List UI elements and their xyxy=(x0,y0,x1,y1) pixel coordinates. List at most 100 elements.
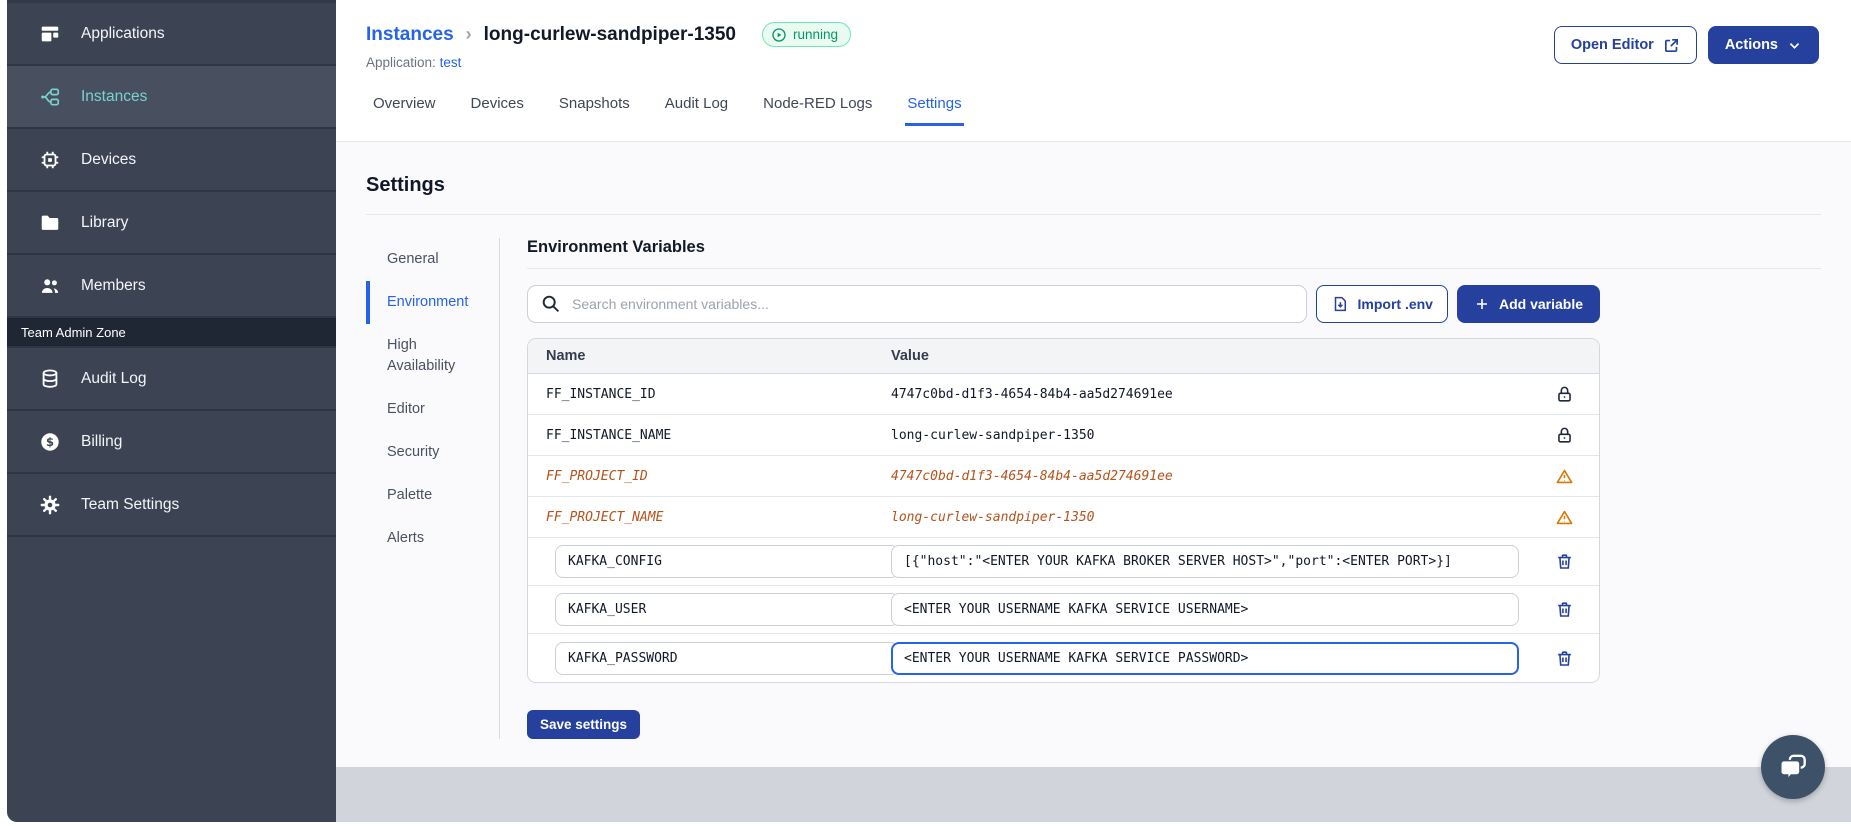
svg-text:$: $ xyxy=(46,435,54,449)
sidebar-item-team-settings[interactable]: Team Settings xyxy=(7,474,336,537)
tab-audit-log[interactable]: Audit Log xyxy=(663,87,730,126)
table-row: FF_INSTANCE_ID 4747c0bd-d1f3-4654-84b4-a… xyxy=(528,374,1599,415)
panel-divider xyxy=(527,268,1821,269)
lock-icon xyxy=(1557,427,1571,443)
warning-icon xyxy=(1556,469,1572,483)
import-env-button[interactable]: Import .env xyxy=(1315,285,1448,323)
env-var-name: FF_PROJECT_ID xyxy=(546,468,648,484)
sidebar-item-members[interactable]: Members xyxy=(7,255,336,318)
warning-icon xyxy=(1556,510,1572,524)
add-variable-button[interactable]: Add variable xyxy=(1456,285,1600,323)
search-icon xyxy=(542,295,560,313)
subnav-item-security[interactable]: Security xyxy=(366,431,483,474)
instance-tabs: Overview Devices Snapshots Audit Log Nod… xyxy=(366,87,1819,126)
subnav-item-palette[interactable]: Palette xyxy=(366,474,483,517)
env-toolbar: Import .env Add variable xyxy=(527,285,1600,323)
table-header-row: Name Value xyxy=(528,339,1599,374)
applications-icon xyxy=(38,22,62,46)
app-window: Applications Instances Devices Library M… xyxy=(0,0,1851,826)
actions-button[interactable]: Actions xyxy=(1707,26,1819,64)
env-var-name: FF_PROJECT_NAME xyxy=(546,509,664,525)
env-var-name-input[interactable] xyxy=(555,593,899,626)
folder-icon xyxy=(38,211,62,235)
users-icon xyxy=(38,274,62,298)
trash-icon[interactable] xyxy=(1555,552,1574,571)
chevron-down-icon xyxy=(1789,42,1800,49)
subnav-item-environment[interactable]: Environment xyxy=(366,281,483,324)
sidebar-item-audit-log[interactable]: Audit Log xyxy=(7,348,336,411)
table-row: FF_PROJECT_NAME long-curlew-sandpiper-13… xyxy=(528,497,1599,538)
status-badge-label: running xyxy=(793,27,839,42)
subnav-item-high-availability[interactable]: High Availability xyxy=(366,324,483,388)
open-editor-label: Open Editor xyxy=(1570,37,1654,53)
trash-icon[interactable] xyxy=(1555,600,1574,619)
subnav-item-alerts[interactable]: Alerts xyxy=(366,517,483,560)
chat-widget-button[interactable] xyxy=(1761,735,1825,799)
breadcrumb-instances-link[interactable]: Instances xyxy=(366,24,454,46)
column-header-name: Name xyxy=(546,348,586,364)
sidebar-item-library[interactable]: Library xyxy=(7,192,336,255)
env-var-value-input-focused[interactable] xyxy=(891,641,1519,675)
env-var-value: 4747c0bd-d1f3-4654-84b4-aa5d274691ee xyxy=(891,386,1173,402)
sidebar-item-instances[interactable]: Instances xyxy=(7,66,336,129)
application-label: Application: xyxy=(366,55,436,70)
add-variable-label: Add variable xyxy=(1498,296,1583,312)
dollar-circle-icon: $ xyxy=(38,430,62,454)
database-icon xyxy=(38,367,62,391)
table-row xyxy=(528,538,1599,586)
tab-settings[interactable]: Settings xyxy=(905,87,964,126)
table-row xyxy=(528,586,1599,634)
lock-icon xyxy=(1557,386,1571,402)
subnav-item-editor[interactable]: Editor xyxy=(366,388,483,431)
subnav-item-general[interactable]: General xyxy=(366,238,483,281)
env-var-name-input[interactable] xyxy=(555,641,899,675)
sidebar-item-devices[interactable]: Devices xyxy=(7,129,336,192)
env-var-value: long-curlew-sandpiper-1350 xyxy=(891,427,1095,443)
import-file-icon xyxy=(1334,296,1346,312)
search-input[interactable] xyxy=(527,285,1307,323)
sidebar-item-applications[interactable]: Applications xyxy=(7,3,336,66)
import-env-label: Import .env xyxy=(1357,296,1433,312)
status-badge: running xyxy=(762,22,852,47)
sidebar-item-label: Team Settings xyxy=(81,495,180,513)
panel-title: Environment Variables xyxy=(527,238,705,256)
tab-overview[interactable]: Overview xyxy=(371,87,438,126)
env-var-value-input[interactable] xyxy=(891,545,1519,578)
chat-icon xyxy=(1780,754,1806,782)
page-footer xyxy=(336,767,1851,822)
instance-header: Instances › long-curlew-sandpiper-1350 r… xyxy=(336,0,1851,142)
open-editor-button[interactable]: Open Editor xyxy=(1553,26,1697,64)
settings-page: Settings General Environment High Availa… xyxy=(336,142,1851,767)
sidebar-item-label: Devices xyxy=(81,150,137,168)
page-title: Settings xyxy=(366,174,445,196)
external-link-icon xyxy=(1664,38,1678,52)
application-link[interactable]: test xyxy=(440,55,462,70)
sidebar-item-label: Instances xyxy=(81,87,148,105)
actions-label: Actions xyxy=(1724,37,1778,53)
chip-icon xyxy=(38,148,62,172)
sidebar-item-label: Members xyxy=(81,276,146,294)
sidebar-item-label: Library xyxy=(81,213,129,231)
tab-node-red-logs[interactable]: Node-RED Logs xyxy=(761,87,874,126)
main-area: Instances › long-curlew-sandpiper-1350 r… xyxy=(336,0,1851,826)
tab-devices[interactable]: Devices xyxy=(469,87,526,126)
sidebar-item-label: Audit Log xyxy=(81,369,147,387)
sidebar-item-label: Billing xyxy=(81,432,123,450)
title-divider xyxy=(366,214,1821,215)
env-var-name-input[interactable] xyxy=(555,545,899,578)
team-admin-zone-label: Team Admin Zone xyxy=(7,318,336,348)
sidebar-item-billing[interactable]: $ Billing xyxy=(7,411,336,474)
trash-icon[interactable] xyxy=(1555,649,1574,668)
plus-icon xyxy=(1476,299,1487,309)
breadcrumb-separator: › xyxy=(465,24,472,44)
save-settings-button[interactable]: Save settings xyxy=(527,710,641,739)
instance-name: long-curlew-sandpiper-1350 xyxy=(483,23,736,45)
tab-snapshots[interactable]: Snapshots xyxy=(557,87,632,126)
sidebar-item-label: Applications xyxy=(81,24,165,42)
table-row: FF_PROJECT_ID 4747c0bd-d1f3-4654-84b4-aa… xyxy=(528,456,1599,497)
gear-icon xyxy=(38,493,62,517)
env-var-name: FF_INSTANCE_NAME xyxy=(546,427,672,443)
env-var-value: 4747c0bd-d1f3-4654-84b4-aa5d274691ee xyxy=(891,468,1173,484)
table-row xyxy=(528,634,1599,682)
env-var-value-input[interactable] xyxy=(891,593,1519,626)
